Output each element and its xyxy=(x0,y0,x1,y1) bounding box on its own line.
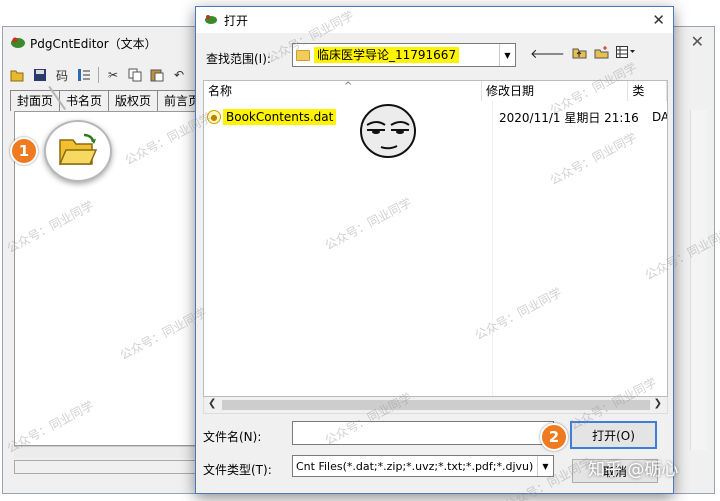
tab-copyright[interactable]: 版权页 xyxy=(108,90,159,111)
filetype-value: Cnt Files(*.dat;*.zip;*.uvz;*.txt;*.pdf;… xyxy=(296,459,534,473)
sort-ascending-icon: ^ xyxy=(344,81,353,92)
column-divider xyxy=(492,101,493,396)
dialog-titlebar: 打开 ✕ xyxy=(196,7,673,33)
file-modified-date: 2020/11/1 星期日 21:16 xyxy=(499,110,639,125)
app-titlebar: PdgCntEditor（文本） xyxy=(10,34,157,52)
file-list[interactable]: 名称 修改日期 类 ^ ● BookContents.dat 2020/11/1… xyxy=(203,80,668,397)
lookin-value: 临床医学导论_11791667 xyxy=(314,47,460,63)
app-logo-icon xyxy=(10,35,26,52)
app-vertical-scrollbar[interactable] xyxy=(690,110,707,450)
tab-title-page[interactable]: 书名页 xyxy=(59,90,110,111)
up-folder-icon[interactable] xyxy=(572,46,587,63)
file-row[interactable]: ● BookContents.dat 2020/11/1 星期日 21:16 D… xyxy=(207,108,667,126)
app-tab-strip: 封面页 书名页 版权页 前言页 xyxy=(10,90,208,111)
back-arrow-icon[interactable]: 🡐 xyxy=(530,46,565,62)
app-status-bar xyxy=(14,460,199,474)
lookin-label: 查找范围(I): xyxy=(206,52,271,66)
chevron-down-icon[interactable]: ▼ xyxy=(499,44,515,66)
save-icon[interactable] xyxy=(32,67,48,83)
meme-face-sticker xyxy=(359,103,417,159)
zhihu-watermark: 知乎 @砺心 xyxy=(588,460,679,480)
new-folder-icon[interactable] xyxy=(594,45,609,63)
step-badge-1: 1 xyxy=(10,137,38,165)
scroll-left-icon[interactable]: ❮ xyxy=(208,398,216,409)
undo-icon[interactable]: ↶ xyxy=(171,67,187,83)
zoomed-open-folder-callout xyxy=(44,120,112,182)
column-header-type[interactable]: 类 xyxy=(628,81,667,101)
app-horizontal-scrollbar[interactable] xyxy=(14,446,199,458)
copy-icon[interactable] xyxy=(127,67,143,83)
lookin-dropdown[interactable]: 临床医学导论_11791667 ▼ xyxy=(292,43,516,67)
step-badge-2: 2 xyxy=(540,423,568,451)
app-close-icon[interactable]: ✕ xyxy=(691,32,704,51)
file-type: DA xyxy=(652,110,668,124)
toolbar-divider xyxy=(98,67,99,83)
close-icon[interactable]: ✕ xyxy=(652,11,665,29)
app-toolbar: 码 ✂ ↶ xyxy=(10,64,187,86)
filetype-dropdown[interactable]: Cnt Files(*.dat;*.zip;*.uvz;*.txt;*.pdf;… xyxy=(292,455,554,477)
app-title: PdgCntEditor（文本） xyxy=(30,36,157,51)
open-folder-icon[interactable] xyxy=(10,67,26,83)
file-name: BookContents.dat xyxy=(223,109,337,125)
filename-label: 文件名(N): xyxy=(203,430,262,444)
filetype-label: 文件类型(T): xyxy=(203,463,272,477)
app-logo-icon xyxy=(204,13,218,28)
paste-icon[interactable] xyxy=(149,67,165,83)
list-icon[interactable] xyxy=(76,67,92,83)
code-icon[interactable]: 码 xyxy=(54,67,70,83)
scroll-right-icon[interactable]: ❯ xyxy=(654,398,662,409)
view-menu-icon[interactable] xyxy=(615,46,636,62)
scissors-icon[interactable]: ✂ xyxy=(105,67,121,83)
open-folder-icon xyxy=(58,133,98,170)
dialog-title: 打开 xyxy=(224,13,249,28)
dialog-toolbar: 🡐 xyxy=(530,44,636,64)
